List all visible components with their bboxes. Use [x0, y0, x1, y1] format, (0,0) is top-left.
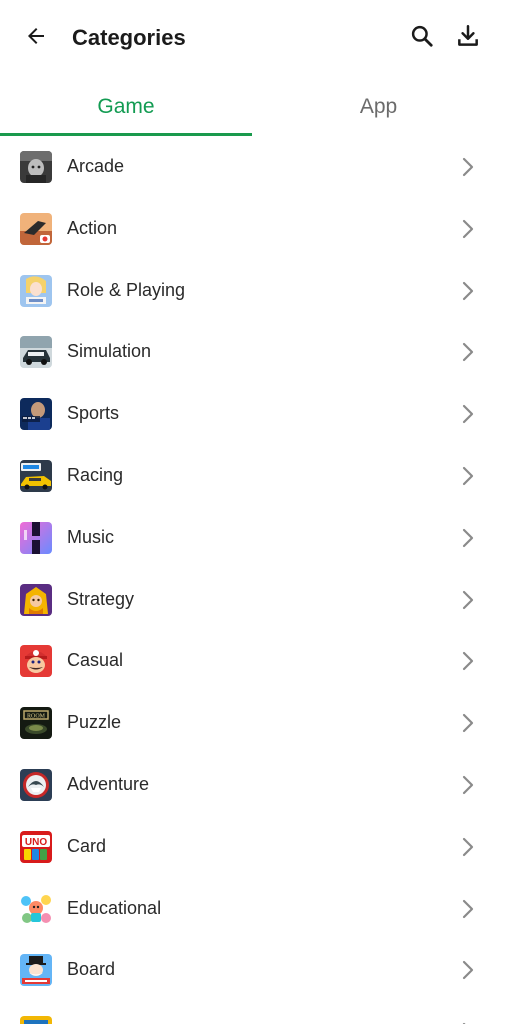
- category-row-action[interactable]: Action: [0, 198, 505, 260]
- category-row-board[interactable]: Board: [0, 939, 505, 1001]
- music-game-icon: [20, 521, 52, 554]
- chevron-right-icon: [458, 773, 478, 797]
- search-icon: [409, 23, 435, 54]
- category-label: Arcade: [67, 156, 125, 176]
- category-row-card[interactable]: UNO Card: [0, 816, 505, 878]
- chevron-right-icon: [458, 649, 478, 673]
- action-game-icon: [20, 212, 52, 245]
- categories-screen: Categories Game App Arcade Action Role &…: [0, 0, 505, 1024]
- chevron-right-icon: [458, 279, 478, 303]
- search-button[interactable]: [406, 22, 438, 54]
- chevron-right-icon: [458, 1020, 478, 1024]
- tab-label: App: [359, 95, 398, 118]
- chevron-right-icon: [458, 958, 478, 982]
- category-label: Role & Playing: [67, 279, 186, 300]
- racing-game-icon: [20, 459, 52, 492]
- category-tabs: Game App: [0, 78, 505, 136]
- svg-text:UNO: UNO: [25, 837, 47, 848]
- tab-game[interactable]: Game: [0, 78, 252, 136]
- category-label: Adventure: [67, 773, 150, 794]
- category-row-partial[interactable]: [0, 1001, 505, 1024]
- tab-app[interactable]: App: [252, 78, 505, 136]
- chevron-right-icon: [458, 711, 478, 735]
- card-game-icon: UNO: [20, 830, 52, 863]
- category-row-role-playing[interactable]: Role & Playing: [0, 260, 505, 322]
- category-row-strategy[interactable]: Strategy: [0, 569, 505, 631]
- category-label: Action: [67, 217, 118, 238]
- chevron-right-icon: [458, 835, 478, 859]
- strategy-game-icon: [20, 583, 52, 616]
- chevron-right-icon: [458, 340, 478, 364]
- page-title: Categories: [72, 25, 186, 50]
- arrow-left-icon: [24, 24, 48, 53]
- category-label: Simulation: [67, 341, 152, 362]
- category-row-adventure[interactable]: Adventure: [0, 754, 505, 816]
- category-label: Racing: [67, 464, 124, 485]
- chevron-right-icon: [458, 897, 478, 921]
- simulation-game-icon: [20, 336, 52, 369]
- category-row-educational[interactable]: Educational: [0, 878, 505, 940]
- category-row-simulation[interactable]: Simulation: [0, 321, 505, 383]
- sports-game-icon: [20, 398, 52, 431]
- category-list: Arcade Action Role & Playing Simulation …: [0, 136, 505, 1024]
- back-button[interactable]: [20, 22, 52, 54]
- board-game-icon: [20, 954, 52, 987]
- category-label: Educational: [67, 897, 162, 918]
- category-label: Puzzle: [67, 712, 122, 733]
- category-label: Card: [67, 835, 107, 856]
- category-row-racing[interactable]: Racing: [0, 445, 505, 507]
- category-label: Strategy: [67, 588, 135, 609]
- top-app-bar: Categories: [0, 0, 505, 76]
- category-label: Board: [67, 959, 116, 980]
- next-category-icon: [20, 1016, 52, 1024]
- category-label: Sports: [67, 403, 120, 424]
- chevron-right-icon: [458, 155, 478, 179]
- role-playing-game-icon: [20, 274, 52, 307]
- arcade-game-icon: [20, 151, 52, 183]
- chevron-right-icon: [458, 526, 478, 550]
- category-row-sports[interactable]: Sports: [0, 383, 505, 445]
- chevron-right-icon: [458, 217, 478, 241]
- chevron-right-icon: [458, 402, 478, 426]
- category-row-puzzle[interactable]: ROOM Puzzle: [0, 692, 505, 754]
- category-row-music[interactable]: Music: [0, 507, 505, 569]
- tab-label: Game: [97, 95, 155, 118]
- svg-text:ROOM: ROOM: [27, 714, 46, 720]
- category-label: Music: [67, 526, 115, 547]
- category-label: Casual: [67, 650, 124, 671]
- download-button[interactable]: [452, 22, 484, 54]
- chevron-right-icon: [458, 464, 478, 488]
- category-row-casual[interactable]: Casual: [0, 630, 505, 692]
- chevron-right-icon: [458, 588, 478, 612]
- adventure-game-icon: [20, 768, 52, 801]
- puzzle-game-icon: ROOM: [20, 707, 52, 740]
- download-icon: [455, 23, 481, 54]
- casual-game-icon: [20, 645, 52, 678]
- educational-game-icon: [20, 892, 52, 925]
- category-row-arcade[interactable]: Arcade: [0, 136, 505, 198]
